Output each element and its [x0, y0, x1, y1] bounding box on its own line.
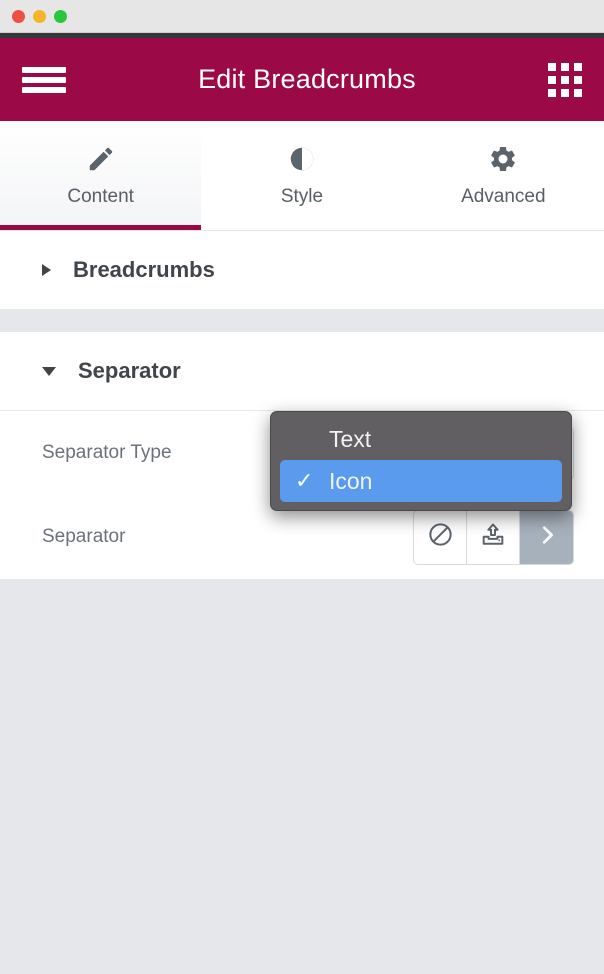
gear-icon — [488, 144, 518, 174]
section-separator-header[interactable]: Separator — [0, 332, 604, 410]
page-background — [0, 579, 604, 931]
upload-icon — [479, 521, 507, 554]
ban-icon — [427, 521, 454, 553]
tab-content[interactable]: Content — [0, 121, 202, 230]
tab-advanced[interactable]: Advanced — [403, 121, 604, 230]
tab-advanced-label: Advanced — [461, 185, 546, 207]
triangle-down-icon[interactable] — [42, 366, 56, 376]
section-separator-title: Separator — [78, 358, 181, 383]
pencil-icon — [86, 144, 116, 174]
separator-choice-upload[interactable] — [467, 510, 520, 564]
separator-choice-none[interactable] — [414, 510, 467, 564]
close-button[interactable] — [12, 9, 25, 23]
section-gap — [0, 309, 604, 332]
separator-choice-group — [413, 509, 574, 565]
dropdown-option-icon[interactable]: ✓ Icon — [280, 460, 562, 502]
separator-type-dropdown: Text ✓ Icon — [270, 411, 572, 511]
dropdown-option-text[interactable]: Text — [271, 418, 571, 460]
app-window: Edit Breadcrumbs Content Style Advanced … — [0, 0, 604, 974]
tab-style[interactable]: Style — [201, 121, 402, 230]
chevron-right-icon — [536, 524, 558, 551]
dropdown-option-icon-label: Icon — [329, 467, 373, 494]
checkmark-icon: ✓ — [295, 468, 314, 493]
separator-type-label: Separator Type — [42, 442, 172, 463]
dropdown-option-text-label: Text — [329, 425, 372, 452]
separator-choice-chevron-right[interactable] — [520, 510, 573, 564]
section-breadcrumbs: Breadcrumbs — [0, 231, 604, 309]
app-header: Edit Breadcrumbs — [0, 38, 604, 121]
minimize-button[interactable] — [33, 9, 46, 23]
triangle-right-icon[interactable] — [42, 264, 51, 276]
contrast-icon — [287, 144, 317, 174]
tab-style-label: Style — [280, 185, 324, 207]
zoom-button[interactable] — [54, 9, 67, 23]
hamburger-icon[interactable] — [22, 63, 66, 97]
traffic-lights — [12, 9, 67, 23]
separator-label: Separator — [42, 526, 126, 547]
grid-icon[interactable] — [547, 62, 582, 97]
macos-titlebar — [0, 0, 604, 33]
tab-bar: Content Style Advanced — [0, 121, 604, 231]
section-breadcrumbs-title: Breadcrumbs — [73, 257, 215, 282]
page-title: Edit Breadcrumbs — [198, 64, 416, 94]
section-breadcrumbs-header[interactable]: Breadcrumbs — [0, 231, 604, 309]
tab-content-label: Content — [67, 185, 134, 207]
